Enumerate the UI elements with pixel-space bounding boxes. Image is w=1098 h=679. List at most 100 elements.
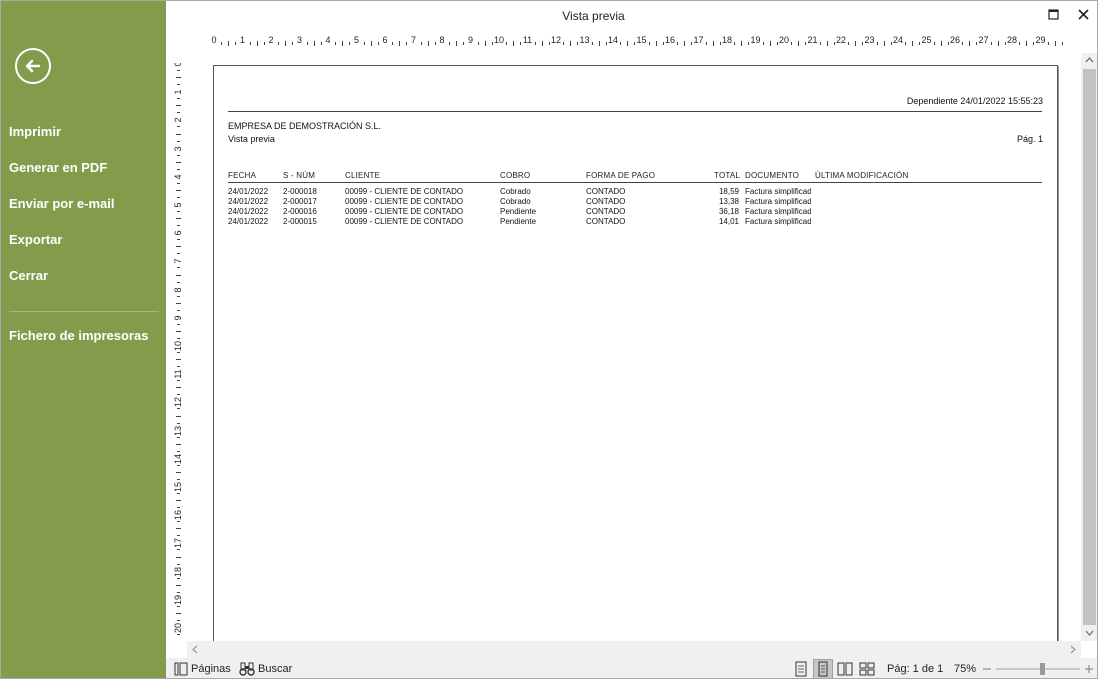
ruler-v-label: 11 xyxy=(173,369,183,379)
ruler-h-tick xyxy=(947,41,949,45)
ruler-h-tick xyxy=(648,41,650,45)
view-single-page-button[interactable] xyxy=(791,659,811,678)
horizontal-scrollbar[interactable] xyxy=(187,641,1081,658)
scroll-right-icon[interactable] xyxy=(1070,645,1076,654)
ruler-h-tick xyxy=(969,40,971,46)
ruler-h-label: 22 xyxy=(835,35,847,45)
ruler-h-tick xyxy=(819,41,821,45)
ruler-h-tick xyxy=(1019,41,1021,45)
ruler-h-tick xyxy=(570,40,572,46)
maximize-button[interactable] xyxy=(1041,3,1065,25)
ruler-h-tick xyxy=(940,40,942,46)
close-button[interactable] xyxy=(1071,3,1095,25)
vertical-scroll-thumb[interactable] xyxy=(1083,69,1096,625)
scroll-left-icon[interactable] xyxy=(192,645,198,654)
menu-printer-file[interactable]: Fichero de impresoras xyxy=(9,328,148,343)
menu-send-email[interactable]: Enviar por e-mail xyxy=(9,196,114,211)
ruler-h-label: 7 xyxy=(410,35,417,45)
ruler-v-tick xyxy=(175,133,181,135)
ruler-h-tick xyxy=(798,40,800,46)
zoom-slider[interactable] xyxy=(996,663,1080,675)
ruler-h-tick xyxy=(285,40,287,46)
ruler-h-label: 6 xyxy=(382,35,388,45)
report-company: EMPRESA DE DEMOSTRACIÓN S.L. xyxy=(228,121,382,131)
ruler-h-tick xyxy=(734,41,736,45)
ruler-h-tick xyxy=(990,41,992,45)
ruler-h-tick xyxy=(855,40,857,46)
table-cell: 36,18 xyxy=(718,207,739,216)
ruler-v-tick xyxy=(176,98,180,100)
ruler-h-tick xyxy=(1054,40,1056,46)
ruler-v-label: 10 xyxy=(173,341,183,352)
ruler-v-tick xyxy=(176,436,180,438)
ruler-h-label: 4 xyxy=(325,35,331,45)
ruler-v-tick xyxy=(176,295,180,297)
ruler-v-label: 16 xyxy=(173,510,183,521)
ruler-h-label: 26 xyxy=(949,35,961,45)
ruler-h-tick xyxy=(399,40,401,46)
view-multi-page-button[interactable] xyxy=(857,659,877,678)
menu-generate-pdf[interactable]: Generar en PDF xyxy=(9,160,107,175)
ruler-h-label: 1 xyxy=(239,35,246,45)
horizontal-ruler: 0 1 2 3 4 5 6 7 8 9 10 11 12 13 14 15 16 17 18 19 20 21 22 23 24… xyxy=(211,33,1063,49)
back-button[interactable] xyxy=(15,48,51,84)
table-cell: 18,59 xyxy=(718,187,739,196)
zoom-slider-thumb[interactable] xyxy=(1040,663,1046,675)
ruler-h-tick xyxy=(826,40,828,46)
ruler-h-tick xyxy=(876,41,878,45)
ruler-v-tick xyxy=(175,584,181,586)
multi-page-icon xyxy=(859,662,875,676)
page-width-icon xyxy=(818,661,828,677)
search-button[interactable]: Buscar xyxy=(239,658,293,678)
ruler-v-tick xyxy=(175,612,181,614)
report-dependiente: Dependiente 24/01/2022 15:55:23 xyxy=(906,96,1043,106)
vertical-scrollbar[interactable] xyxy=(1081,53,1097,641)
scroll-up-icon[interactable] xyxy=(1085,57,1094,63)
ruler-h-tick xyxy=(406,41,408,45)
col-header-documento: DOCUMENTO xyxy=(745,171,800,180)
ruler-h-label: 17 xyxy=(693,35,704,45)
ruler-h-tick xyxy=(655,40,657,46)
view-page-width-button[interactable] xyxy=(813,659,833,678)
ruler-h-tick xyxy=(263,41,265,45)
ruler-h-tick xyxy=(463,41,465,45)
pages-button[interactable]: Páginas xyxy=(174,658,231,678)
ruler-v-label: 18 xyxy=(173,566,183,577)
scroll-down-icon[interactable] xyxy=(1085,630,1094,636)
view-two-pages-button[interactable] xyxy=(835,659,855,678)
search-label: Buscar xyxy=(258,663,293,675)
zoom-minus-icon[interactable] xyxy=(982,664,992,674)
ruler-h-tick xyxy=(484,40,486,46)
zoom-plus-icon[interactable] xyxy=(1084,664,1094,674)
table-cell: Factura simplificada xyxy=(745,207,811,216)
ruler-h-tick xyxy=(491,41,493,45)
ruler-h-tick xyxy=(1033,41,1035,45)
menu-close[interactable]: Cerrar xyxy=(9,268,48,283)
ruler-v-tick xyxy=(175,189,181,191)
ruler-v-tick xyxy=(175,246,181,248)
preview-area: Dependiente 24/01/2022 15:55:23 EMPRESA … xyxy=(187,53,1081,641)
col-header-ultima-modificacion: ÚLTIMA MODIFICACIÓN xyxy=(815,171,909,180)
ruler-h-tick xyxy=(392,41,394,45)
ruler-v-tick xyxy=(176,634,180,636)
menu-separator xyxy=(9,311,159,312)
menu-print[interactable]: Imprimir xyxy=(9,124,61,139)
ruler-h-tick xyxy=(1061,41,1063,45)
ruler-h-tick xyxy=(620,41,622,45)
ruler-h-label: 5 xyxy=(353,35,360,45)
ruler-h-tick xyxy=(962,41,964,45)
ruler-h-tick xyxy=(377,41,379,45)
ruler-h-tick xyxy=(605,41,607,45)
ruler-v-tick xyxy=(175,105,181,107)
status-bar: Páginas Buscar Pág: 1 de 1 75% xyxy=(166,658,1097,678)
ruler-h-label: 21 xyxy=(807,35,818,45)
ruler-h-label: 12 xyxy=(550,35,562,45)
menu-export[interactable]: Exportar xyxy=(9,232,62,247)
table-cell: 24/01/2022 xyxy=(228,207,269,216)
ruler-v-label: 15 xyxy=(173,482,183,493)
ruler-h-tick xyxy=(634,41,636,45)
ruler-h-tick xyxy=(791,41,793,45)
ruler-v-tick xyxy=(176,493,180,495)
ruler-v-tick xyxy=(176,577,180,579)
ruler-v-tick xyxy=(175,443,181,445)
